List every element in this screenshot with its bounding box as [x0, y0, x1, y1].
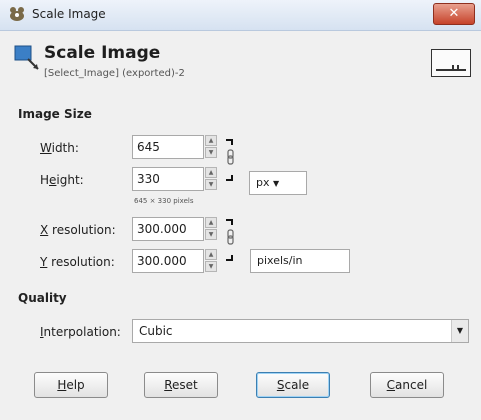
preview-thumbnail-icon — [431, 49, 471, 77]
size-unit-dropdown[interactable]: px ▼ — [249, 171, 307, 195]
interpolation-value: Cubic — [139, 324, 173, 338]
y-resolution-spinbox[interactable]: 300.000 ▲ ▼ — [132, 249, 217, 273]
cancel-button[interactable]: Cancel — [370, 372, 444, 398]
reset-button[interactable]: Reset — [144, 372, 218, 398]
close-icon: ✕ — [448, 6, 460, 21]
width-value[interactable]: 645 — [137, 140, 160, 154]
chevron-down-icon: ▼ — [273, 179, 280, 188]
y-resolution-label: Y resolution: — [40, 255, 115, 269]
title-bar: Scale Image ✕ — [0, 0, 481, 31]
resolution-unit-dropdown[interactable]: pixels/in — [250, 249, 350, 273]
window-title: Scale Image — [32, 7, 106, 21]
help-button[interactable]: Help — [34, 372, 108, 398]
width-decrement-button[interactable]: ▼ — [205, 147, 217, 158]
x-resolution-decrement-button[interactable]: ▼ — [205, 229, 217, 240]
scale-image-icon — [14, 45, 39, 70]
dialog-content: Scale Image [Select_Image] (exported)-2 … — [0, 31, 481, 420]
height-label: Height: — [40, 173, 84, 187]
chain-link-icon[interactable] — [224, 137, 242, 183]
width-label: Width: — [40, 141, 79, 155]
width-increment-button[interactable]: ▲ — [205, 135, 217, 146]
height-spinbox[interactable]: 330 ▲ ▼ — [132, 167, 217, 191]
x-resolution-label: X resolution: — [40, 223, 116, 237]
interpolation-label: Interpolation: — [40, 325, 121, 339]
scale-button[interactable]: Scale — [256, 372, 330, 398]
quality-heading: Quality — [18, 291, 67, 305]
gimp-icon — [10, 7, 24, 21]
resolution-chain-link-icon[interactable] — [224, 217, 242, 263]
image-name: [Select_Image] (exported)-2 — [44, 68, 185, 79]
x-resolution-spinbox[interactable]: 300.000 ▲ ▼ — [132, 217, 217, 241]
y-resolution-value[interactable]: 300.000 — [137, 254, 187, 268]
width-spinbox[interactable]: 645 ▲ ▼ — [132, 135, 217, 159]
chevron-down-icon[interactable]: ▼ — [451, 320, 468, 342]
height-value[interactable]: 330 — [137, 172, 160, 186]
y-resolution-increment-button[interactable]: ▲ — [205, 249, 217, 260]
size-unit-value: px — [256, 176, 270, 189]
x-resolution-value[interactable]: 300.000 — [137, 222, 187, 236]
dialog-heading: Scale Image — [44, 43, 161, 63]
height-decrement-button[interactable]: ▼ — [205, 179, 217, 190]
x-resolution-increment-button[interactable]: ▲ — [205, 217, 217, 228]
image-size-heading: Image Size — [18, 107, 92, 121]
close-button[interactable]: ✕ — [433, 3, 475, 25]
height-increment-button[interactable]: ▲ — [205, 167, 217, 178]
pixel-size-hint: 645 × 330 pixels — [134, 197, 194, 205]
interpolation-dropdown[interactable]: Cubic ▼ — [132, 319, 469, 343]
resolution-unit-value: pixels/in — [257, 254, 303, 267]
y-resolution-decrement-button[interactable]: ▼ — [205, 261, 217, 272]
